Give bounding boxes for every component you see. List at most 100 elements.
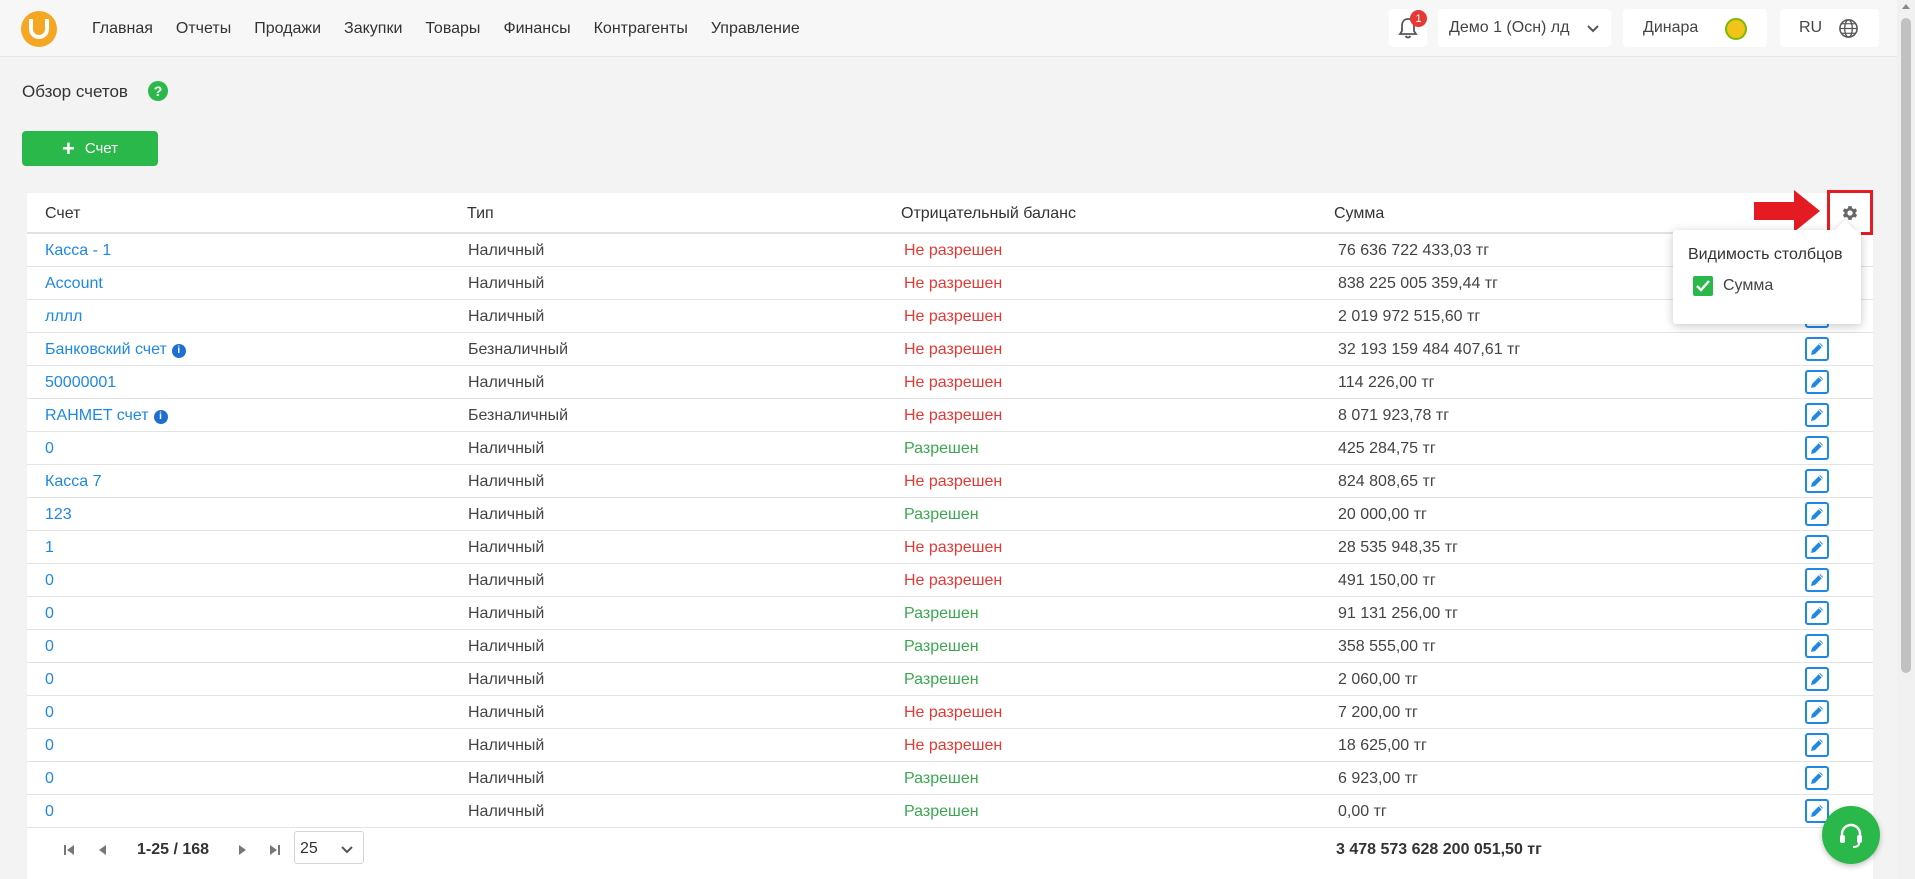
account-name[interactable]: Касса 7 [45,473,101,490]
account-name-link[interactable]: 0 [45,803,54,821]
account-name[interactable]: 50000001 [45,374,116,391]
next-page-icon[interactable] [238,844,248,856]
account-name-link[interactable]: Account [45,275,103,293]
edit-button[interactable] [1805,667,1829,691]
account-name[interactable]: 0 [45,704,54,721]
account-name[interactable]: 0 [45,671,54,688]
account-name[interactable]: Account [45,275,103,292]
account-name-link[interactable]: 0 [45,770,54,788]
table-row: 0 Наличный Разрешен 425 284,75 тг [27,432,1873,465]
edit-button[interactable] [1805,502,1829,526]
sum-column-checkbox[interactable] [1693,276,1713,296]
account-name-link[interactable]: 0 [45,737,54,755]
negative-balance-status: Не разрешен [904,572,1003,589]
account-name[interactable]: 0 [45,572,54,589]
help-icon[interactable]: ? [148,81,168,101]
nav-item-products[interactable]: Товары [425,20,480,38]
edit-button[interactable] [1805,469,1829,493]
column-header-sum[interactable]: Сумма [1334,205,1384,223]
account-name-link[interactable]: RAHMET счет i [45,407,168,425]
account-name[interactable]: RAHMET счет [45,407,149,424]
scroll-up-icon[interactable] [1902,4,1910,9]
user-menu[interactable]: Динара [1623,9,1767,47]
edit-button[interactable] [1805,733,1829,757]
page-size-select[interactable]: 25 [294,831,364,864]
support-chat-button[interactable] [1822,806,1880,864]
account-name[interactable]: 0 [45,737,54,754]
column-header-negative-balance[interactable]: Отрицательный баланс [901,205,1076,223]
account-name-link[interactable]: 0 [45,572,54,590]
table-row: Банковский счет i Безналичный Не разрешен 32… [27,333,1873,366]
account-name[interactable]: 1 [45,539,54,556]
account-name-link[interactable]: 1 [45,539,54,557]
edit-button[interactable] [1805,568,1829,592]
nav-item-management[interactable]: Управление [711,20,800,38]
account-name-link[interactable]: 0 [45,638,54,656]
nav-item-reports[interactable]: Отчеты [176,20,231,38]
headset-icon [1840,823,1862,848]
table-row: 0 Наличный Разрешен 91 131 256,00 тг [27,597,1873,630]
nav-item-purchases[interactable]: Закупки [344,20,402,38]
column-header-type[interactable]: Тип [467,205,494,223]
account-name-link[interactable]: Касса 7 [45,473,101,491]
info-icon[interactable]: i [171,343,186,358]
edit-button[interactable] [1805,700,1829,724]
negative-balance-status: Разрешен [904,803,979,820]
account-sum: 2 019 972 515,60 тг [1338,308,1481,325]
account-name[interactable]: лллл [45,308,82,325]
edit-button[interactable] [1805,766,1829,790]
account-name[interactable]: 0 [45,440,54,457]
last-page-icon[interactable] [269,844,281,856]
nav-item-sales[interactable]: Продажи [254,20,321,38]
account-name[interactable]: 0 [45,770,54,787]
account-name-link[interactable]: 123 [45,506,72,524]
company-selector[interactable]: Демо 1 (Осн) лд [1438,9,1611,47]
nav-item-contractors[interactable]: Контрагенты [594,20,688,38]
table-row: Account Наличный Не разрешен 838 225 005 35… [27,267,1873,300]
info-icon[interactable]: i [153,409,168,424]
logo-icon[interactable] [21,11,57,47]
account-name-link[interactable]: Банковский счет i [45,341,186,359]
account-name[interactable]: Касса - 1 [45,242,111,259]
nav-item-home[interactable]: Главная [92,20,153,38]
account-name[interactable]: Банковский счет [45,341,167,358]
account-name[interactable]: 0 [45,638,54,655]
account-name[interactable]: 0 [45,605,54,622]
nav-item-finance[interactable]: Финансы [503,20,570,38]
language-selector[interactable]: RU [1780,9,1879,47]
account-sum: 18 625,00 тг [1338,737,1427,754]
account-name-link[interactable]: 0 [45,671,54,689]
account-type: Наличный [468,638,545,655]
account-name-link[interactable]: 0 [45,440,54,458]
account-name-link[interactable]: 50000001 [45,374,116,392]
notifications-button[interactable]: 1 [1389,9,1427,47]
account-sum: 32 193 159 484 407,61 тг [1338,341,1521,358]
account-name-link[interactable]: лллл [45,308,82,326]
table-header: Счет Тип Отрицательный баланс Сумма [27,193,1873,234]
accounts-table: Счет Тип Отрицательный баланс Сумма Касс… [27,193,1873,879]
edit-button[interactable] [1805,403,1829,427]
scroll-thumb[interactable] [1901,18,1911,673]
edit-button[interactable] [1805,601,1829,625]
account-name-link[interactable]: 0 [45,605,54,623]
edit-button[interactable] [1805,436,1829,460]
account-name-link[interactable]: 0 [45,704,54,722]
prev-page-icon[interactable] [97,844,107,856]
edit-icon [1811,706,1823,718]
edit-button[interactable] [1805,337,1829,361]
edit-icon [1811,409,1823,421]
table-row: Касса 7 Наличный Не разрешен 824 808,65 тг [27,465,1873,498]
edit-button[interactable] [1805,370,1829,394]
account-name-link[interactable]: Касса - 1 [45,242,111,260]
account-name[interactable]: 123 [45,506,72,523]
edit-button[interactable] [1805,634,1829,658]
account-sum: 114 226,00 тг [1338,374,1435,391]
edit-icon [1811,475,1823,487]
total-sum: 3 478 573 628 200 051,50 тг [1336,841,1542,858]
add-account-button[interactable]: + Счет [22,131,158,166]
edit-button[interactable] [1805,535,1829,559]
page-scrollbar[interactable] [1897,0,1915,879]
first-page-icon[interactable] [63,844,75,856]
column-header-account[interactable]: Счет [45,205,80,223]
account-name[interactable]: 0 [45,803,54,820]
